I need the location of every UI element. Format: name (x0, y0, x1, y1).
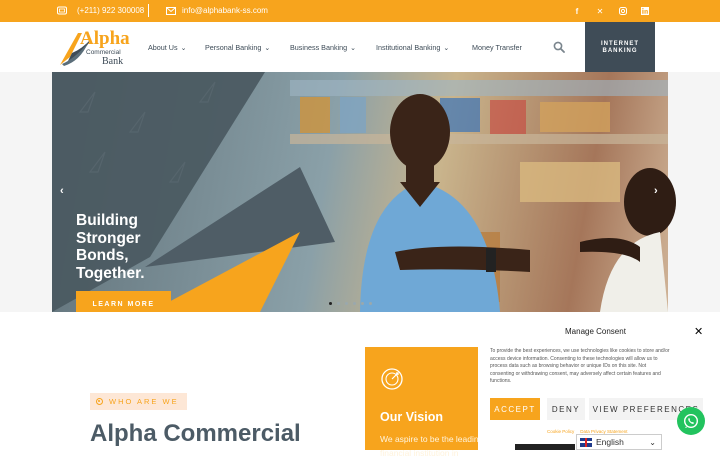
nav-item-institutional-banking[interactable]: Institutional Banking ⌄ (376, 43, 449, 52)
slide-dot[interactable] (369, 302, 372, 305)
alpha-bank-logo[interactable]: Alpha Commercial Bank (58, 28, 130, 68)
chevron-down-icon: ⌄ (180, 44, 187, 52)
slide-dot[interactable] (361, 302, 364, 305)
logo-alpha-text: Alpha (80, 28, 130, 49)
uk-flag-icon (580, 437, 592, 447)
slide-dot[interactable] (329, 302, 332, 305)
vision-title: Our Vision (380, 410, 443, 424)
chevron-down-icon: ⌄ (649, 437, 656, 447)
image-fragment (515, 444, 575, 450)
learn-more-button[interactable]: LEARN MORE (76, 291, 171, 312)
consent-text: To provide the best experiences, we use … (490, 348, 670, 384)
instagram-icon[interactable] (617, 5, 629, 17)
phone-contact[interactable]: (+211) 922 300008 (57, 6, 144, 15)
logo-bank-text: Bank (102, 56, 124, 67)
hero-slider: Building Stronger Bonds, Together. LEARN… (0, 72, 720, 312)
accept-button[interactable]: ACCEPT (490, 398, 540, 420)
deny-button[interactable]: DENY (547, 398, 585, 420)
slide-dot[interactable] (353, 302, 356, 305)
nav-item-personal-banking[interactable]: Personal Banking ⌄ (205, 43, 270, 52)
logo-commercial-text: Commercial (86, 49, 121, 56)
cookie-policy-link[interactable]: Cookie Policy (547, 429, 574, 434)
close-icon[interactable]: ✕ (694, 325, 703, 338)
facebook-icon[interactable]: f (571, 5, 583, 17)
consent-title: Manage Consent (565, 327, 626, 336)
internet-banking-button[interactable]: INTERNET BANKING (585, 22, 655, 72)
email-address: info@alphabank-ss.com (182, 6, 268, 15)
nav-item-label: Business Banking (290, 43, 348, 52)
search-icon[interactable] (553, 40, 565, 53)
who-are-we-badge: WHO ARE WE (90, 393, 187, 410)
whatsapp-icon (683, 413, 699, 429)
badge-label: WHO ARE WE (109, 397, 179, 406)
next-slide-arrow-icon[interactable]: › (654, 185, 658, 197)
nav-item-label: Money Transfer (472, 43, 522, 52)
vision-target-icon (381, 368, 403, 390)
chevron-down-icon: ⌄ (264, 44, 271, 52)
email-contact[interactable]: info@alphabank-ss.com (166, 6, 268, 15)
nav-item-about-us[interactable]: About Us ⌄ (148, 43, 186, 52)
slide-dot[interactable] (337, 302, 340, 305)
nav-item-label: Personal Banking (205, 43, 262, 52)
linkedin-icon[interactable] (639, 5, 651, 17)
nav-item-label: Institutional Banking (376, 43, 441, 52)
slide-dot[interactable] (345, 302, 348, 305)
language-selector[interactable]: English ⌄ (576, 434, 662, 450)
whatsapp-button[interactable] (677, 407, 705, 435)
phone-number: (+211) 922 300008 (77, 6, 145, 15)
chevron-down-icon: ⌄ (443, 44, 450, 52)
language-label: English (596, 437, 624, 447)
top-bar: (+211) 922 300008 info@alphabank-ss.com … (0, 0, 720, 22)
target-icon (96, 398, 103, 405)
nav-item-label: About Us (148, 43, 178, 52)
previous-slide-arrow-icon[interactable]: ‹ (60, 185, 64, 197)
topbar-divider (148, 4, 149, 17)
about-heading: Alpha Commercial (90, 420, 301, 447)
slider-pagination (329, 302, 372, 305)
nav-item-business-banking[interactable]: Business Banking ⌄ (290, 43, 356, 52)
phone-icon (57, 6, 67, 15)
x-icon[interactable]: ✕ (594, 5, 606, 17)
nav-item-money-transfer[interactable]: Money Transfer (472, 43, 522, 52)
hero-headline: Building Stronger Bonds, Together. (76, 212, 145, 282)
email-icon (166, 6, 176, 15)
chevron-down-icon: ⌄ (350, 44, 357, 52)
